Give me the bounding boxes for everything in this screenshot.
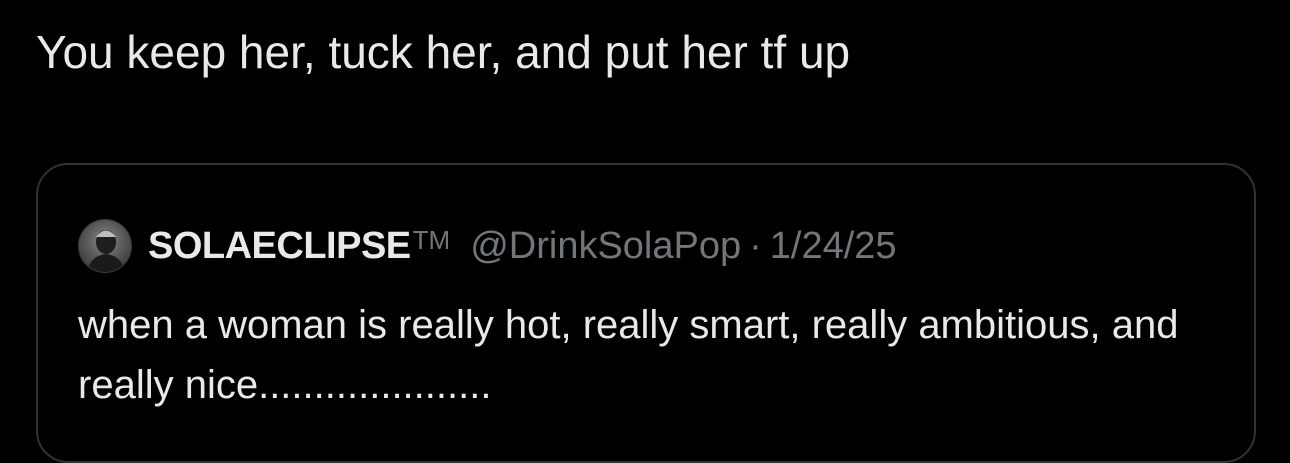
tweet-date[interactable]: 1/24/25: [770, 225, 897, 268]
person-avatar-icon: [87, 230, 125, 272]
quoted-tweet-header: SOLAECLIPSE TM @DrinkSolaPop · 1/24/25: [78, 219, 897, 273]
tweet-text: You keep her, tuck her, and put her tf u…: [36, 26, 851, 78]
quoted-tweet-body: when a woman is really hot, really smart…: [78, 303, 1179, 407]
user-handle[interactable]: @DrinkSolaPop: [470, 225, 741, 268]
trademark-suffix: TM: [412, 224, 451, 255]
avatar[interactable]: [78, 219, 132, 273]
display-name[interactable]: SOLAECLIPSE: [148, 225, 411, 268]
separator-dot: ·: [749, 224, 762, 267]
quoted-tweet-card[interactable]: SOLAECLIPSE TM @DrinkSolaPop · 1/24/25 w…: [36, 163, 1256, 463]
